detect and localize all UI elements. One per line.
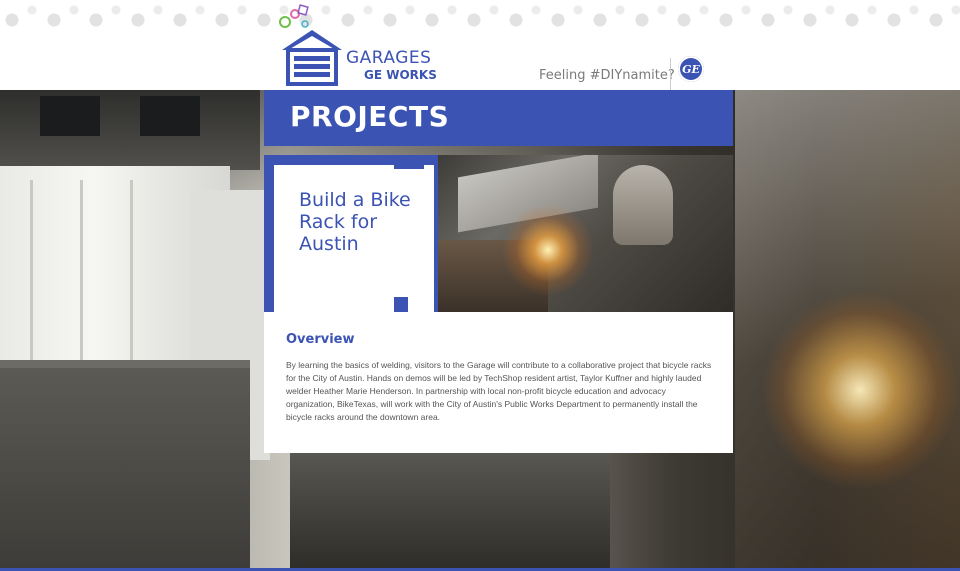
header-divider [670, 58, 671, 90]
garage-door-icon [282, 30, 342, 86]
building-backdrop [0, 90, 260, 170]
project-title-panel: Build a Bike Rack for Austin [274, 165, 434, 312]
welding-photo [438, 155, 733, 312]
logo-title: GARAGES [346, 48, 432, 68]
welding-sparks [760, 290, 960, 490]
site-header: GARAGES GE WORKS Feeling #DIYnamite? GE [0, 0, 960, 90]
logo-subtitle: GE WORKS [364, 68, 437, 82]
page-title: PROJECTS [290, 100, 450, 133]
metal-grate [0, 360, 250, 571]
title-panel-accent [394, 155, 424, 169]
welding-glove [613, 165, 673, 245]
projects-banner: PROJECTS [264, 90, 733, 146]
overview-body: By learning the basics of welding, visit… [286, 360, 712, 422]
title-panel-accent [394, 297, 408, 312]
tagline: Feeling #DIYnamite? [539, 68, 675, 83]
overview-heading: Overview [286, 332, 355, 347]
ge-monogram-icon[interactable]: GE [678, 56, 704, 82]
project-card-header: Build a Bike Rack for Austin [264, 155, 733, 312]
building-window [140, 96, 200, 136]
spark-burst [498, 200, 598, 300]
ge-logo-text: GE [682, 62, 700, 76]
garages-logo[interactable]: GARAGES GE WORKS [277, 4, 437, 86]
project-card: Build a Bike Rack for Austin Overview By… [264, 155, 733, 453]
workbench [290, 450, 610, 571]
project-title: Build a Bike Rack for Austin [299, 189, 411, 255]
building-window [40, 96, 100, 136]
